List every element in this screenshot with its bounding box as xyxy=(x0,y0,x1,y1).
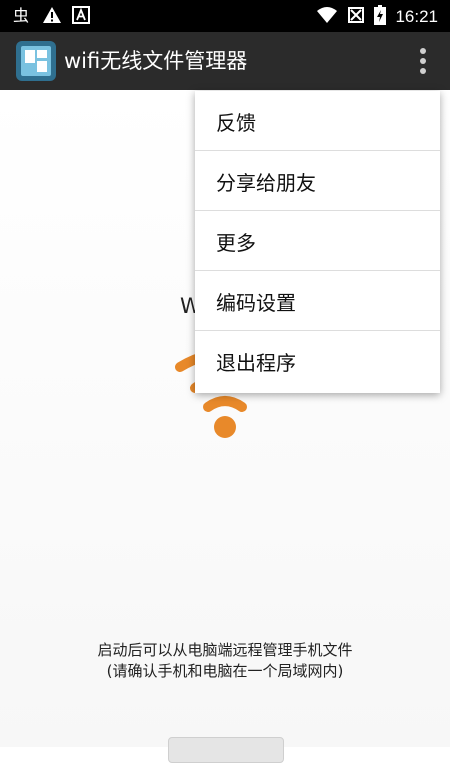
status-bar: 虫 16:21 xyxy=(0,0,450,32)
overflow-menu-button[interactable] xyxy=(418,46,428,76)
menu-item-label: 更多 xyxy=(216,231,256,255)
hint-line-2: (请确认手机和电脑在一个局域网内) xyxy=(106,662,344,680)
app-bar: wifi无线文件管理器 xyxy=(0,32,450,90)
menu-item-label: 编码设置 xyxy=(216,291,296,315)
hint-line-1: 启动后可以从电脑端远程管理手机文件 xyxy=(97,641,353,659)
wifi-icon xyxy=(316,6,338,28)
menu-item-exit[interactable]: 退出程序 xyxy=(195,331,440,391)
menu-item-more[interactable]: 更多 xyxy=(195,211,440,271)
svg-text:虫: 虫 xyxy=(13,6,29,25)
menu-item-share[interactable]: 分享给朋友 xyxy=(195,151,440,211)
menu-item-encoding-settings[interactable]: 编码设置 xyxy=(195,271,440,331)
no-sim-icon xyxy=(347,6,365,28)
start-button[interactable] xyxy=(168,737,284,763)
a-icon xyxy=(72,6,90,30)
app-logo-icon xyxy=(16,41,56,81)
clock: 16:21 xyxy=(395,7,438,26)
overflow-menu: 反馈 分享给朋友 更多 编码设置 退出程序 xyxy=(195,91,440,393)
warning-icon xyxy=(42,5,62,31)
bug-icon: 虫 xyxy=(12,5,32,31)
menu-item-label: 分享给朋友 xyxy=(216,171,316,195)
menu-item-label: 退出程序 xyxy=(216,351,296,375)
status-right-icons: 16:21 xyxy=(316,5,438,29)
menu-item-label: 反馈 xyxy=(216,111,256,135)
battery-icon xyxy=(374,5,387,29)
app-title: wifi无线文件管理器 xyxy=(64,49,248,73)
menu-item-feedback[interactable]: 反馈 xyxy=(195,91,440,151)
status-left-icons: 虫 xyxy=(12,5,90,31)
